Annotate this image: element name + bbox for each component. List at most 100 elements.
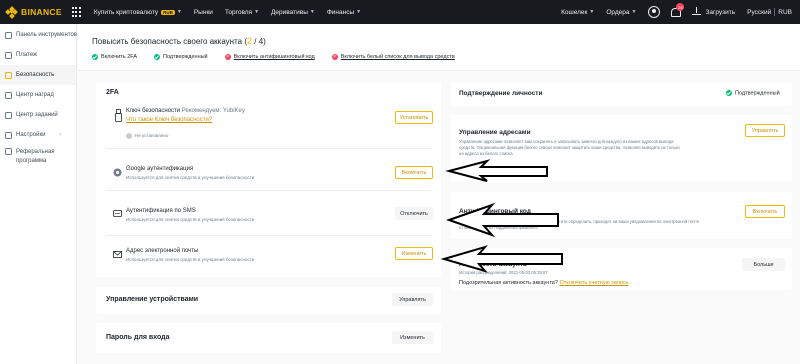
check-whitelist[interactable]: × Включить белый список для вывода средс… — [331, 54, 455, 60]
sidebar-item-label: Центр заданий — [16, 112, 58, 118]
sms-auth-desc: Используется для снятия средств и улучше… — [126, 217, 255, 222]
sidebar-item-dashboard[interactable]: Панель инструментов — [0, 25, 77, 45]
twofa-card-title: 2FA — [106, 89, 119, 96]
activity-card: Активность аккаунта История распределени… — [451, 248, 792, 290]
nav-download-label: Загрузить — [705, 8, 736, 16]
referral-icon — [5, 148, 12, 155]
antiphishing-title: Антифишинговый код — [459, 208, 531, 215]
security-key-status-text: Не установлено — [135, 133, 169, 139]
download-icon — [692, 7, 702, 17]
password-card: Пароль для входа Изменить — [96, 323, 441, 353]
sidebar-item-label: Центр наград — [16, 92, 54, 98]
email-icon — [113, 250, 122, 259]
error-circle-icon: × — [224, 54, 231, 60]
error-circle-icon: × — [331, 54, 338, 60]
twofa-card: 2FA Ключ безопасности Рекомендуем: YubiK… — [96, 82, 441, 277]
nav-language-label: Русский — [747, 8, 772, 16]
sidebar-item-label-line2: программа — [16, 157, 47, 164]
change-password-button[interactable]: Изменить — [392, 331, 433, 344]
install-security-key-button[interactable]: Установить — [395, 111, 433, 124]
activity-title: Активность аккаунта — [459, 261, 527, 268]
sidebar-item-settings[interactable]: Настройки › — [0, 125, 76, 145]
identity-title: Подтверждение личности — [459, 90, 543, 97]
activity-question: Подозрительная активность аккаунта? — [459, 280, 558, 286]
address-desc-1: Управление адресами позволяет вам сохран… — [459, 139, 674, 144]
manage-devices-button[interactable]: Управлять — [392, 293, 433, 306]
sidebar-item-payment[interactable]: Платеж — [0, 45, 76, 65]
chevron-down-icon: ▼ — [589, 9, 595, 15]
identity-status: Подтвержденный — [726, 90, 780, 96]
check-link[interactable]: Включить антифишинговый код — [234, 54, 315, 60]
security-key-recommended: Рекомендуем: YubiKey — [181, 108, 245, 114]
nav-derivatives[interactable]: Деривативы ▼ — [271, 9, 315, 16]
binance-logo-icon — [5, 5, 18, 19]
nav-download[interactable]: Загрузить — [692, 7, 735, 17]
security-key-title: Ключ безопасности Рекомендуем: YubiKey — [126, 108, 245, 114]
nav-right-group: Кошелек ▼ Ордера ▼ 24 Загрузить Русский … — [561, 0, 800, 24]
dashboard-icon — [5, 31, 12, 39]
check-circle-icon — [153, 54, 160, 60]
profile-icon[interactable] — [648, 6, 661, 18]
google-auth-desc: Используется для снятия средств и улучше… — [126, 175, 255, 180]
disable-account-link[interactable]: Отключить учетную запись — [559, 280, 628, 286]
nav-finance-label: Финансы — [326, 8, 355, 16]
check-link[interactable]: Включить белый список для вывода средств — [341, 54, 455, 60]
manage-addresses-button[interactable]: Управлять — [745, 124, 785, 137]
top-navbar: BINANCE Купить криптовалюту RUB ▼ Рынки … — [0, 0, 800, 24]
apps-grid-icon[interactable] — [71, 7, 82, 17]
nav-buy-crypto[interactable]: Купить криптовалюту RUB ▼ — [94, 9, 182, 16]
nav-wallet[interactable]: Кошелек ▼ — [561, 9, 594, 16]
sidebar-item-label-group: Реферальная программа — [16, 148, 55, 165]
more-activity-button[interactable]: Больше — [742, 258, 785, 271]
sidebar-item-rewards[interactable]: Центр наград — [0, 85, 76, 105]
antiphishing-desc-1: Защитите свой аккаунт от фишинговых атак… — [459, 219, 700, 224]
notification-count-badge: 24 — [676, 3, 685, 11]
settings-icon — [5, 131, 12, 139]
nav-trade[interactable]: Торговля ▼ — [225, 9, 259, 16]
chevron-down-icon: ▼ — [309, 9, 315, 15]
divider — [774, 8, 776, 16]
page-title: Повысить безопасность своего аккаунта (2… — [92, 36, 266, 46]
whitelist-status: Белый список отключен — [459, 169, 515, 175]
nav-currency-label: RUB — [778, 8, 792, 16]
sidebar-item-label: Безопасность — [16, 72, 55, 78]
nav-markets[interactable]: Рынки — [194, 9, 213, 16]
identity-status-text: Подтвержденный — [735, 90, 780, 97]
sidebar-item-tasks[interactable]: Центр заданий — [0, 105, 76, 125]
address-title: Управление адресами — [459, 129, 531, 136]
nav-buy-crypto-label: Купить криптовалюту — [93, 8, 159, 16]
wallet-icon — [5, 51, 12, 59]
nav-finance[interactable]: Финансы ▼ — [327, 9, 361, 16]
sidebar-item-security[interactable]: Безопасность — [0, 65, 76, 85]
check-antiphishing[interactable]: × Включить антифишинговый код — [224, 54, 315, 60]
nav-orders[interactable]: Ордера ▼ — [606, 9, 636, 16]
notification-bell-icon[interactable]: 24 — [670, 3, 685, 17]
sidebar-item-referral[interactable]: Реферальная программа — [0, 145, 76, 169]
security-key-help-link[interactable]: Что такое Ключ безопасности? — [126, 117, 212, 123]
task-icon — [5, 111, 12, 119]
chevron-down-icon: ▼ — [356, 9, 362, 15]
sms-icon — [113, 209, 122, 218]
check-label: Включить 2FA — [101, 54, 137, 60]
brand-name: BINANCE — [21, 7, 62, 17]
sidebar-item-label: Настройки — [16, 132, 46, 138]
sidebar: Панель инструментов Платеж Безопасность … — [0, 24, 77, 364]
identity-card: Подтверждение личности Подтвержденный — [451, 82, 792, 106]
email-title: Адрес электронной почты — [126, 248, 199, 254]
check-verified: Подтвержденный — [153, 54, 208, 60]
security-level-total: / 4) — [252, 37, 266, 46]
nav-trade-label: Торговля — [224, 8, 253, 16]
disable-sms-auth-button[interactable]: Отключить — [395, 207, 433, 220]
password-title: Пароль для входа — [106, 334, 170, 341]
security-header: Повысить безопасность своего аккаунта (2… — [78, 24, 800, 71]
devices-card: Управление устройствами Управлять — [96, 287, 441, 314]
binance-logo[interactable]: BINANCE — [5, 5, 62, 19]
sidebar-item-label: Реферальная — [16, 149, 55, 155]
nav-language-currency[interactable]: Русский RUB — [747, 8, 792, 16]
change-email-button[interactable]: Изменить — [395, 247, 433, 260]
nav-orders-label: Ордера — [606, 8, 630, 16]
enable-antiphishing-button[interactable]: Включить — [745, 205, 785, 218]
chevron-down-icon: ▼ — [631, 9, 637, 15]
enable-google-auth-button[interactable]: Включить — [395, 166, 433, 179]
activity-question-row: Подозрительная активность аккаунта? Откл… — [459, 280, 628, 286]
